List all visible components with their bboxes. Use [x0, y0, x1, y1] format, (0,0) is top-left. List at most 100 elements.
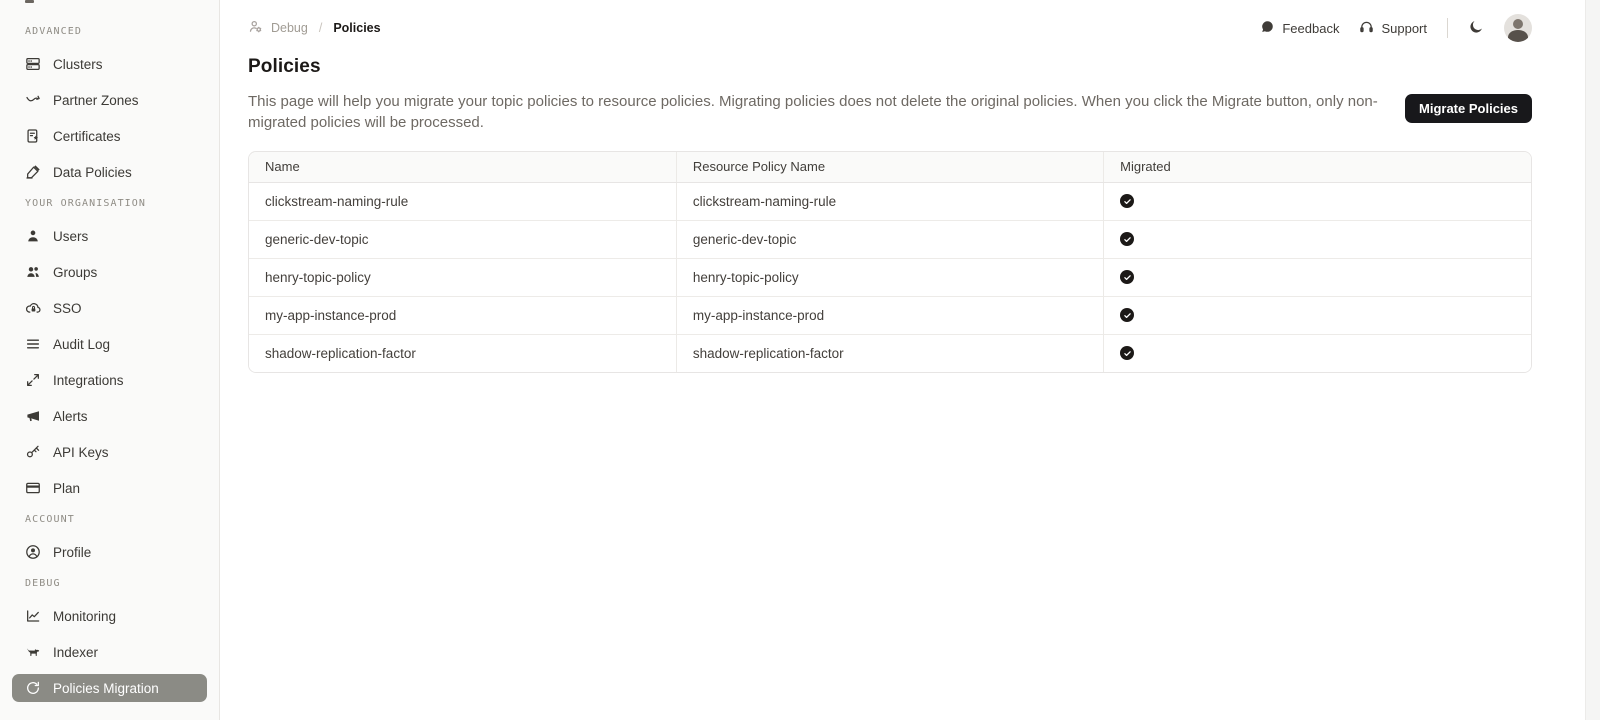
sidebar-item-label: Plan	[53, 480, 81, 496]
table-row: henry-topic-policy henry-topic-policy	[249, 257, 1531, 296]
table-header-row: Name Resource Policy Name Migrated	[249, 152, 1531, 183]
sidebar-section-label-debug: DEBUG	[25, 578, 61, 589]
theme-toggle-button[interactable]	[1468, 19, 1484, 38]
headphones-icon	[1359, 19, 1374, 37]
sidebar-item-label: Audit Log	[53, 336, 111, 352]
feedback-bubble-icon	[1260, 19, 1275, 37]
cell-name: generic-dev-topic	[249, 219, 677, 258]
sidebar-item-label: API Keys	[53, 444, 109, 460]
cell-migrated	[1103, 257, 1531, 296]
profile-icon	[25, 544, 41, 560]
users-icon	[25, 228, 41, 244]
sidebar-item-label: Certificates	[53, 128, 121, 144]
cell-name: shadow-replication-factor	[249, 333, 677, 372]
clipped-sidebar-icon	[25, 0, 34, 3]
monitoring-icon	[25, 608, 41, 624]
feedback-label: Feedback	[1282, 20, 1340, 36]
cell-resource-policy-name: henry-topic-policy	[675, 257, 1104, 296]
table-row: generic-dev-topic generic-dev-topic	[249, 219, 1531, 258]
cell-name: henry-topic-policy	[249, 257, 677, 296]
sidebar-item-label: Monitoring	[53, 608, 117, 624]
sidebar-item-monitoring[interactable]: Monitoring	[12, 602, 207, 630]
topbar-divider	[1447, 18, 1448, 38]
sidebar-section-label-advanced: ADVANCED	[25, 26, 82, 37]
sidebar-item-label: Users	[53, 228, 89, 244]
sidebar-item-groups[interactable]: Groups	[12, 258, 207, 286]
sidebar-item-alerts[interactable]: Alerts	[12, 402, 207, 430]
sidebar-item-partner-zones[interactable]: Partner Zones	[12, 86, 207, 114]
sidebar-item-certificates[interactable]: Certificates	[12, 122, 207, 150]
migrated-check-icon	[1120, 346, 1135, 361]
support-label: Support	[1381, 20, 1427, 36]
page-title: Policies	[248, 56, 321, 77]
sidebar-nav: ADVANCED Clusters Partner Zones Certificate…	[0, 22, 219, 702]
migrate-policies-button[interactable]: Migrate Policies	[1405, 94, 1532, 123]
breadcrumb-parent[interactable]: Debug	[271, 21, 308, 35]
table-row: clickstream-naming-rule clickstream-namin…	[249, 182, 1531, 220]
scrollbar-track[interactable]	[1585, 0, 1600, 720]
table-row: my-app-instance-prod my-app-instance-prod	[249, 295, 1531, 334]
user-avatar[interactable]	[1504, 14, 1532, 42]
page-description: This page will help you migrate your top…	[248, 93, 1378, 131]
sidebar-item-clusters[interactable]: Clusters	[12, 50, 207, 78]
policies-table: Name Resource Policy Name Migrated click…	[248, 151, 1532, 373]
alerts-icon	[25, 408, 41, 424]
column-header-name: Name	[249, 152, 677, 183]
sidebar-item-label: Partner Zones	[53, 92, 139, 108]
sidebar-item-indexer[interactable]: Indexer	[12, 638, 207, 666]
migrated-check-icon	[1120, 308, 1135, 322]
sidebar-item-audit-log[interactable]: Audit Log	[12, 330, 207, 358]
sidebar-item-sso[interactable]: SSO	[12, 294, 207, 322]
cell-migrated	[1103, 295, 1531, 334]
sidebar-item-label: Policies Migration	[53, 680, 159, 696]
topbar-actions: Feedback Support	[1260, 14, 1532, 42]
cell-migrated	[1103, 182, 1531, 220]
sidebar-item-plan[interactable]: Plan	[12, 474, 207, 502]
policies-migration-icon	[25, 680, 41, 696]
plan-icon	[25, 480, 41, 496]
sidebar-item-users[interactable]: Users	[12, 222, 207, 250]
sidebar-section-label-your-organisation: YOUR ORGANISATION	[25, 198, 147, 209]
sidebar-item-label: Indexer	[53, 644, 99, 660]
breadcrumb-separator: /	[318, 21, 323, 35]
breadcrumb-current: Policies	[333, 21, 381, 35]
migrated-check-icon	[1120, 232, 1135, 246]
clusters-icon	[25, 56, 41, 72]
table-row: shadow-replication-factor shadow-replicat…	[249, 333, 1531, 372]
sidebar-item-profile[interactable]: Profile	[12, 538, 207, 566]
sidebar-item-label: SSO	[53, 300, 82, 316]
page-description-row: This page will help you migrate your top…	[248, 91, 1532, 133]
indexer-icon	[25, 644, 41, 660]
cell-migrated	[1103, 333, 1531, 372]
api-keys-icon	[25, 444, 41, 460]
sidebar-item-data-policies[interactable]: Data Policies	[12, 158, 207, 186]
certificates-icon	[25, 128, 41, 144]
cell-migrated	[1103, 219, 1531, 258]
migrated-check-icon	[1120, 270, 1135, 284]
groups-icon	[25, 264, 41, 280]
sidebar-item-label: Clusters	[53, 56, 103, 72]
cell-resource-policy-name: generic-dev-topic	[675, 219, 1104, 258]
column-header-migrated: Migrated	[1103, 152, 1531, 183]
sidebar-item-policies-migration[interactable]: Policies Migration	[12, 674, 207, 702]
user-gear-icon	[248, 19, 263, 37]
data-policies-icon	[25, 164, 41, 180]
sidebar-item-api-keys[interactable]: API Keys	[12, 438, 207, 466]
moon-icon	[1468, 19, 1484, 38]
support-button[interactable]: Support	[1359, 19, 1427, 37]
main-content: Debug / Policies Feedback Support Polici…	[220, 0, 1600, 720]
feedback-button[interactable]: Feedback	[1260, 19, 1339, 37]
breadcrumb: Debug / Policies	[248, 19, 381, 37]
partner-zones-icon	[25, 92, 41, 108]
sidebar-item-label: Profile	[53, 544, 92, 560]
sidebar-item-label: Alerts	[53, 408, 88, 424]
topbar: Debug / Policies Feedback Support	[248, 14, 1532, 42]
cell-resource-policy-name: shadow-replication-factor	[675, 333, 1104, 372]
sidebar-item-integrations[interactable]: Integrations	[12, 366, 207, 394]
sidebar-item-label: Data Policies	[53, 164, 132, 180]
column-header-resource-policy-name: Resource Policy Name	[675, 152, 1104, 183]
cell-name: my-app-instance-prod	[249, 295, 677, 334]
integrations-icon	[25, 372, 41, 388]
cell-resource-policy-name: my-app-instance-prod	[675, 295, 1104, 334]
audit-log-icon	[25, 336, 41, 352]
